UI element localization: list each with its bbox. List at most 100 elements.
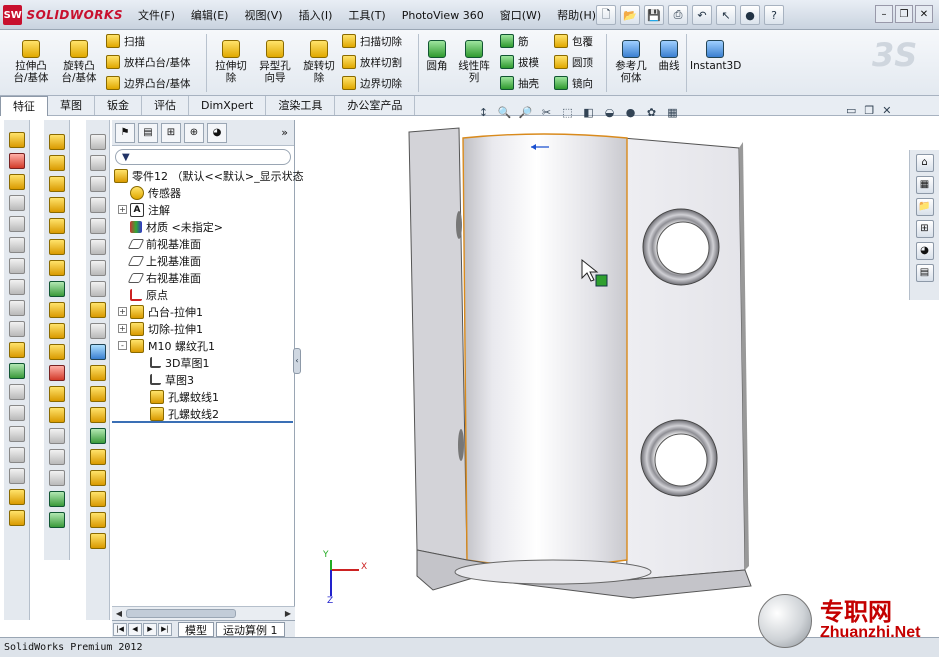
tab-sketch[interactable]: 草图	[48, 96, 95, 115]
wrap-icon[interactable]	[48, 386, 65, 402]
close-icon[interactable]: ✕	[915, 5, 933, 23]
fillet-button[interactable]: 圆角	[422, 40, 452, 72]
loft-boss-button[interactable]: 放样凸台/基体	[106, 53, 191, 71]
line-tool-icon[interactable]	[8, 237, 25, 253]
sweep-icon[interactable]	[48, 176, 65, 192]
previous-view-icon[interactable]: 🔎	[518, 105, 533, 120]
tree-item[interactable]: 传感器	[112, 184, 294, 201]
section-view-icon[interactable]: ✂	[539, 105, 554, 120]
view-back-icon[interactable]	[89, 218, 106, 234]
app-logo[interactable]: SW SOLIDWORKS	[3, 5, 123, 25]
last-tab-icon[interactable]: ▶|	[158, 622, 172, 636]
appearances-icon[interactable]: ◕	[915, 242, 934, 260]
sketch-fillet-icon[interactable]	[89, 365, 106, 381]
instant3d-button[interactable]: Instant3D	[690, 40, 741, 72]
revolve-boss-icon[interactable]	[48, 155, 65, 171]
tab-office-products[interactable]: 办公室产品	[335, 96, 416, 115]
view-palette-icon[interactable]: ⊞	[915, 220, 934, 238]
tree-child-item[interactable]: 孔螺蚊线2	[112, 405, 294, 422]
configuration-manager-tab-icon[interactable]: ⊞	[161, 122, 181, 143]
tab-model[interactable]: 模型	[178, 621, 214, 637]
projected-curve-icon[interactable]	[48, 449, 65, 465]
menu-file[interactable]: 文件(F)	[130, 7, 183, 23]
prev-tab-icon[interactable]: ◀	[128, 622, 142, 636]
scroll-thumb[interactable]	[126, 609, 236, 618]
tab-features[interactable]: 特征	[0, 96, 48, 116]
tree-item[interactable]: + 切除-拉伸1	[112, 320, 294, 337]
sweep-button[interactable]: 扫描	[106, 32, 145, 50]
sw-file-icon[interactable]	[8, 153, 25, 169]
tab-render-tools[interactable]: 渲染工具	[266, 96, 336, 115]
convert-entities-icon[interactable]	[89, 428, 106, 444]
extrude-cut-button[interactable]: 拉伸切 除	[210, 40, 252, 84]
first-tab-icon[interactable]: |◀	[113, 622, 127, 636]
ordinate-icon[interactable]	[89, 533, 106, 549]
home-icon[interactable]: ⌂	[915, 154, 934, 172]
display-manager-tab-icon[interactable]: ◕	[207, 122, 227, 143]
scroll-right-icon[interactable]: ▶	[282, 608, 294, 620]
tree-item[interactable]: 右视基准面	[112, 269, 294, 286]
open-folder-icon[interactable]: 📂	[620, 5, 640, 25]
dome-icon[interactable]	[48, 407, 65, 423]
draft-button[interactable]: 拔模	[500, 53, 539, 71]
view-iso-icon[interactable]	[89, 197, 106, 213]
view-left-icon[interactable]	[89, 260, 106, 276]
reference-axis-icon[interactable]	[48, 512, 65, 528]
cut-icon[interactable]	[8, 342, 25, 358]
sketch-mirror-icon[interactable]	[89, 470, 106, 486]
edit-sketch-icon[interactable]	[89, 302, 106, 318]
zoom-fit-icon[interactable]: ↕	[476, 105, 491, 120]
curves-button[interactable]: 曲线	[654, 40, 684, 72]
3d-sketch-icon[interactable]	[89, 386, 106, 402]
undo-icon[interactable]: ↶	[692, 5, 712, 25]
menu-window[interactable]: 窗口(W)	[492, 7, 549, 23]
rotate-tool-icon[interactable]	[8, 426, 25, 442]
repair-sketch-icon[interactable]	[89, 344, 106, 360]
sketch-pattern-icon[interactable]	[89, 449, 106, 465]
extrude-cut-icon[interactable]	[48, 260, 65, 276]
smart-dimension-icon[interactable]	[8, 216, 25, 232]
tab-sheet-metal[interactable]: 钣金	[95, 96, 142, 115]
tree-child-item[interactable]: 草图3	[112, 371, 294, 388]
menu-view[interactable]: 视图(V)	[236, 7, 290, 23]
tab-evaluate[interactable]: 评估	[142, 96, 189, 115]
arc-tool-icon[interactable]	[8, 258, 25, 274]
file-explorer-icon[interactable]: 📁	[915, 198, 934, 216]
plane-tool-icon[interactable]	[8, 384, 25, 400]
view-trimetric-icon[interactable]	[89, 281, 106, 297]
select-cursor-icon[interactable]: ↖	[716, 5, 736, 25]
panel-collapse-handle[interactable]: ‹	[293, 348, 301, 374]
scroll-left-icon[interactable]: ◀	[113, 608, 125, 620]
view-top-icon[interactable]	[89, 155, 106, 171]
fillet-icon[interactable]	[48, 281, 65, 297]
revolve-cut-button[interactable]: 旋转切 除	[298, 40, 340, 84]
graphics-area[interactable]: X Y Z	[303, 120, 909, 637]
view-bottom-icon[interactable]	[89, 239, 106, 255]
minimize-icon[interactable]: –	[875, 5, 893, 23]
mirror-button[interactable]: 镜向	[554, 74, 593, 92]
dome-button[interactable]: 圆顶	[554, 53, 593, 71]
thicken-icon[interactable]	[48, 239, 65, 255]
relations-icon[interactable]	[89, 323, 106, 339]
part-model[interactable]	[303, 120, 909, 637]
rollback-bar[interactable]	[112, 421, 293, 423]
view-settings-icon[interactable]: ▦	[665, 105, 680, 120]
wrap-button[interactable]: 包覆	[554, 32, 593, 50]
view-right-icon[interactable]	[89, 176, 106, 192]
tree-root[interactable]: 零件12 （默认<<默认>_显示状态	[112, 167, 304, 184]
tree-expander-icon[interactable]: +	[118, 307, 127, 316]
save-icon[interactable]: 💾	[644, 5, 664, 25]
swept-cut-button[interactable]: 扫描切除	[342, 32, 402, 50]
revolve-icon[interactable]	[8, 174, 25, 190]
boss-icon[interactable]	[48, 134, 65, 150]
tree-child-item[interactable]: 3D草图1	[112, 354, 294, 371]
edit-appearance-icon[interactable]: ●	[623, 105, 638, 120]
tree-expander-icon[interactable]: +	[118, 205, 127, 214]
view-orientation-icon[interactable]: ⬚	[560, 105, 575, 120]
hide-show-icon[interactable]: ◒	[602, 105, 617, 120]
boundary-boss-button[interactable]: 边界凸台/基体	[106, 74, 191, 92]
tree-expander-icon[interactable]: -	[118, 341, 127, 350]
viewport-restore-icon[interactable]: ❐	[864, 104, 874, 117]
split-line-icon[interactable]	[48, 428, 65, 444]
viewport-close-icon[interactable]: ✕	[882, 104, 891, 117]
